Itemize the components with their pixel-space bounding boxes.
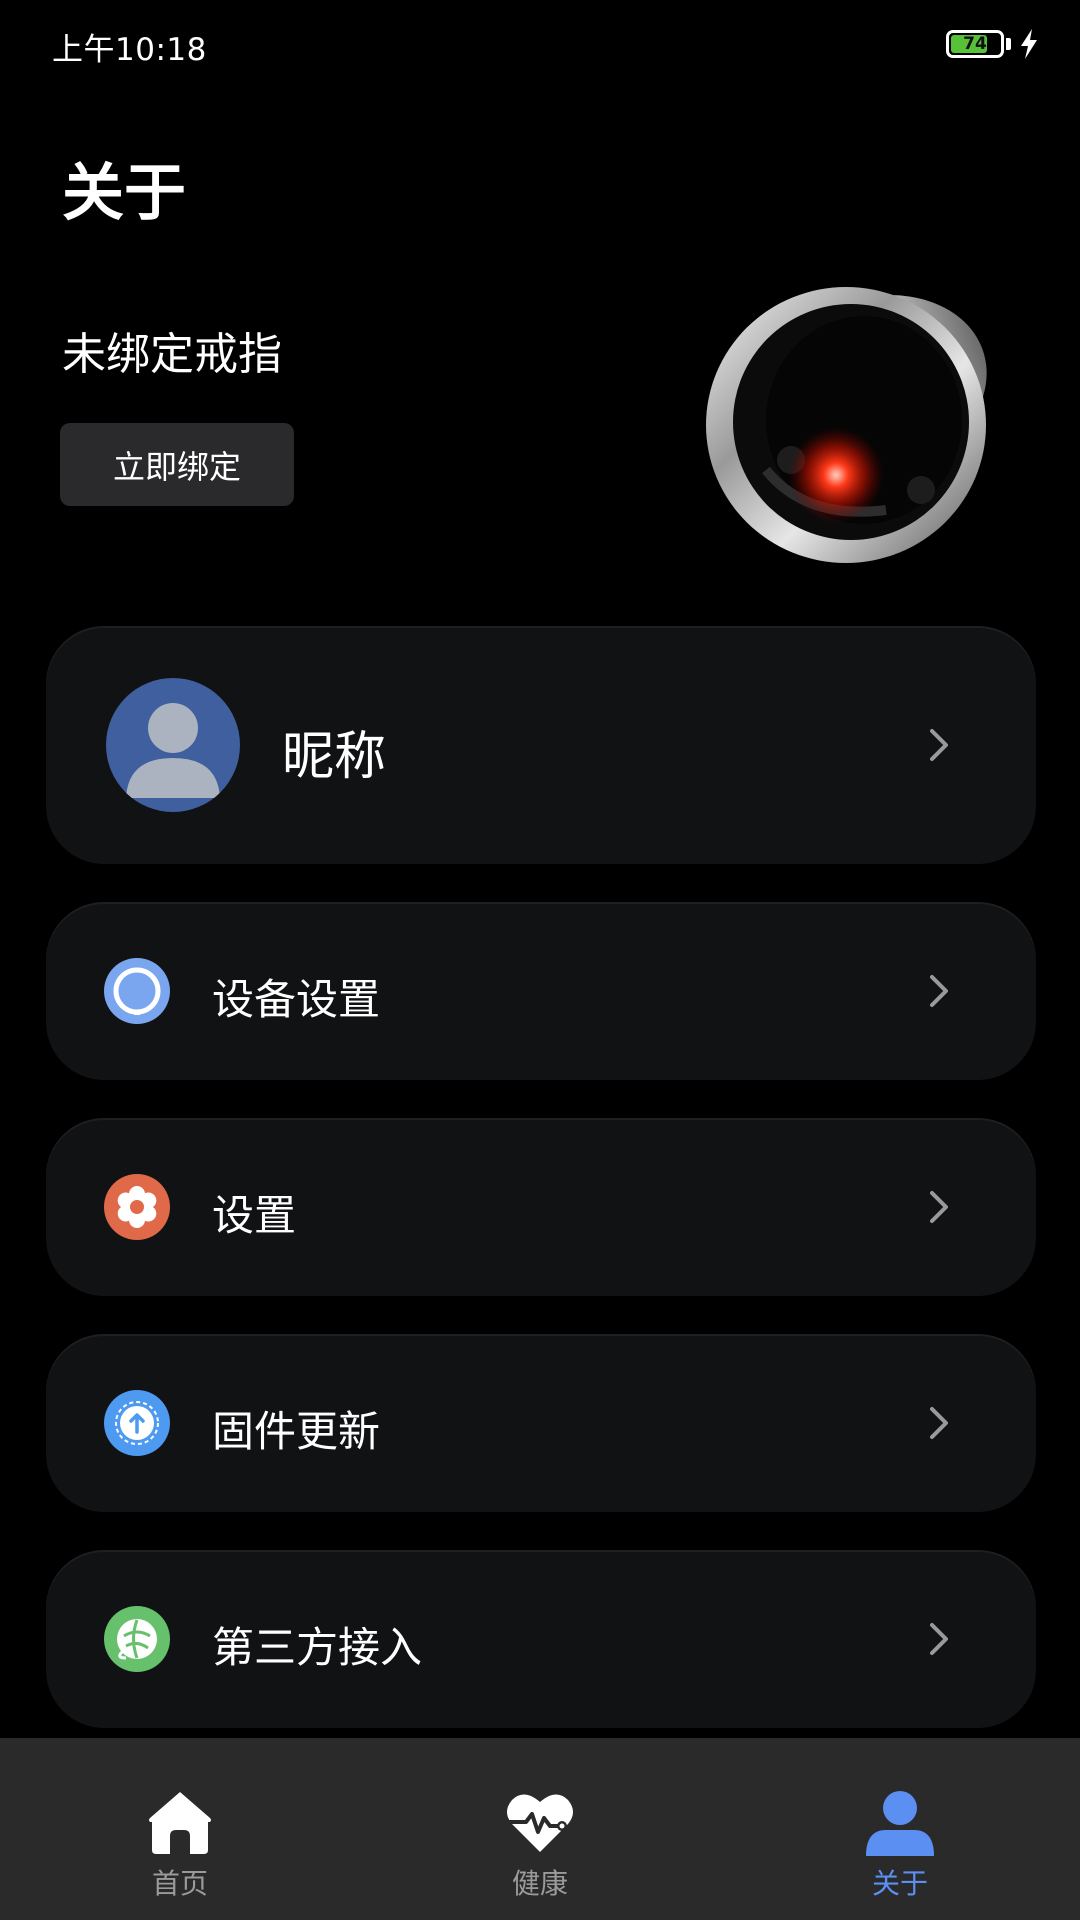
chevron-right-icon <box>930 1623 948 1655</box>
third-party-access-item[interactable]: 第三方接入 <box>46 1550 1036 1728</box>
bind-now-button[interactable]: 立即绑定 <box>60 423 294 506</box>
home-icon <box>149 1792 211 1854</box>
settings-item[interactable]: 设置 <box>46 1118 1036 1296</box>
tab-about[interactable]: 关于 <box>720 1738 1080 1920</box>
chevron-right-icon <box>930 1191 948 1223</box>
chevron-right-icon <box>930 1407 948 1439</box>
tab-home[interactable]: 首页 <box>0 1738 360 1920</box>
battery-tip <box>1006 38 1011 50</box>
tab-label: 关于 <box>871 1867 928 1900</box>
menu-item-label: 第三方接入 <box>212 1623 423 1672</box>
menu-item-label: 设置 <box>212 1191 297 1240</box>
chevron-right-icon <box>930 975 948 1007</box>
profile-card[interactable]: 昵称 <box>46 626 1036 864</box>
tab-label: 健康 <box>511 1867 568 1900</box>
smart-ring-image <box>706 287 987 563</box>
avatar <box>106 678 240 812</box>
third-party-icon <box>104 1606 170 1672</box>
status-bar: 上午10:18 74 <box>0 0 1080 90</box>
tab-health[interactable]: 健康 <box>360 1738 720 1920</box>
battery-level: 74 <box>963 34 987 54</box>
heart-pulse-icon <box>506 1794 573 1852</box>
gear-icon <box>104 1174 170 1240</box>
firmware-update-icon <box>104 1390 170 1456</box>
charging-icon <box>1021 29 1037 59</box>
ring-status-text: 未绑定戒指 <box>62 329 282 380</box>
status-time: 上午10:18 <box>52 32 207 68</box>
person-icon <box>866 1791 934 1856</box>
bottom-tab-bar: 首页 健康 关于 <box>0 1738 1080 1920</box>
default-user-avatar-icon <box>126 703 220 798</box>
ring-device-icon <box>104 958 170 1024</box>
menu-item-label: 设备设置 <box>212 975 381 1024</box>
chevron-right-icon <box>930 729 948 761</box>
battery-icon: 74 <box>946 30 1004 58</box>
tab-label: 首页 <box>151 1867 208 1900</box>
device-settings-item[interactable]: 设备设置 <box>46 902 1036 1080</box>
firmware-update-item[interactable]: 固件更新 <box>46 1334 1036 1512</box>
menu-item-label: 固件更新 <box>212 1407 381 1456</box>
nickname-label: 昵称 <box>282 727 387 787</box>
page-title: 关于 <box>62 156 187 229</box>
